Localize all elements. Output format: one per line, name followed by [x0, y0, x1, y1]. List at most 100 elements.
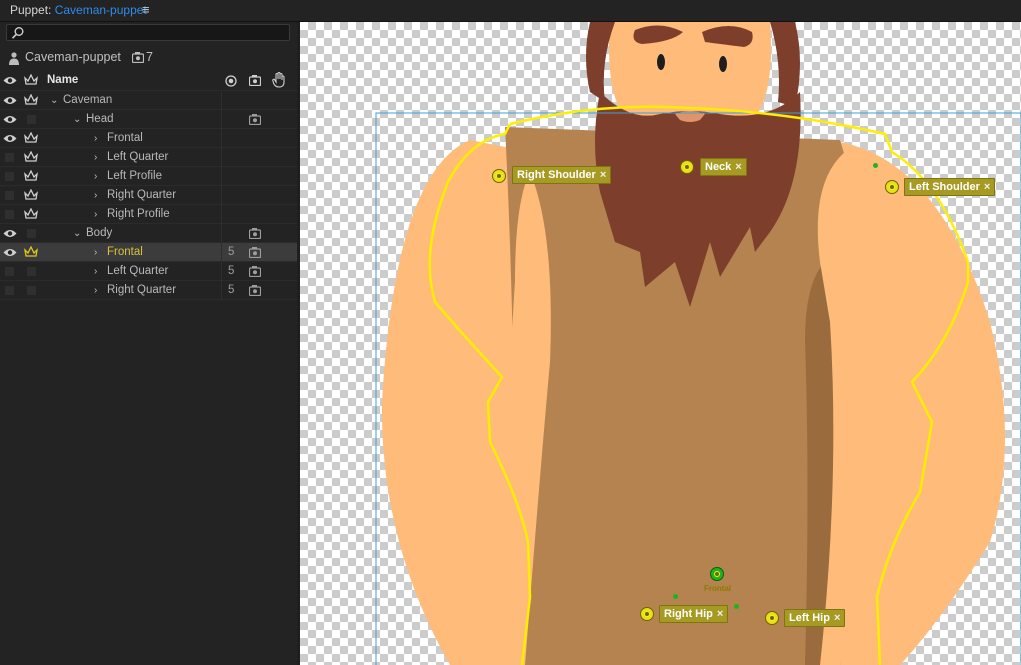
eye-icon[interactable]: [3, 95, 17, 106]
layer-row[interactable]: › Right Quarter 5: [0, 281, 297, 300]
handle-dot[interactable]: [873, 163, 878, 168]
crown-icon[interactable]: [24, 151, 38, 163]
layer-row[interactable]: › Frontal 5: [0, 243, 297, 262]
column-divider: [221, 129, 222, 147]
chevron-down-icon[interactable]: ⌄: [73, 110, 81, 129]
column-name-header[interactable]: Name: [47, 70, 78, 91]
search-input[interactable]: [6, 24, 290, 41]
camera-icon[interactable]: [249, 285, 261, 296]
camera-icon[interactable]: [249, 228, 261, 239]
frontal-origin-pin[interactable]: [710, 567, 724, 581]
column-divider: [221, 110, 222, 128]
neck-tag[interactable]: Neck ×: [700, 158, 747, 176]
crown-icon[interactable]: [24, 132, 38, 144]
record-icon[interactable]: [225, 75, 237, 87]
eye-icon[interactable]: [3, 75, 17, 86]
solo-toggle[interactable]: [27, 115, 36, 124]
neck-pin[interactable]: [680, 160, 694, 174]
puppet-info-row: Caveman-puppet 7: [0, 47, 297, 69]
layer-name: Right Profile: [107, 208, 170, 220]
hand-icon[interactable]: [272, 72, 285, 88]
remove-left-shoulder-icon[interactable]: ×: [984, 181, 990, 193]
layer-camera-count: 5: [228, 265, 235, 277]
layer-row[interactable]: › Right Profile: [0, 205, 297, 224]
layer-row[interactable]: › Left Profile: [0, 167, 297, 186]
chevron-right-icon[interactable]: ›: [94, 262, 97, 281]
solo-toggle[interactable]: [27, 267, 36, 276]
layer-row[interactable]: ⌄ Caveman: [0, 91, 297, 110]
solo-toggle[interactable]: [27, 286, 36, 295]
eye-icon[interactable]: [3, 133, 17, 144]
crown-icon[interactable]: [24, 74, 38, 86]
layer-row[interactable]: › Frontal: [0, 129, 297, 148]
eye-icon[interactable]: [3, 247, 17, 258]
right-hip-tag[interactable]: Right Hip ×: [659, 605, 729, 623]
visibility-toggle[interactable]: [5, 191, 14, 200]
right-hip-pin[interactable]: [640, 607, 654, 621]
column-divider: [221, 186, 222, 204]
remove-right-hip-icon[interactable]: ×: [717, 608, 723, 620]
layer-row[interactable]: › Right Quarter: [0, 186, 297, 205]
chevron-right-icon[interactable]: ›: [94, 243, 97, 262]
camera-icon[interactable]: [249, 266, 261, 277]
eye-icon[interactable]: [3, 114, 17, 125]
remove-right-shoulder-icon[interactable]: ×: [600, 169, 606, 181]
left-hip-tag[interactable]: Left Hip ×: [784, 609, 846, 627]
right-shoulder-tag[interactable]: Right Shoulder ×: [512, 166, 612, 184]
left-shoulder-pin[interactable]: [885, 180, 899, 194]
layer-row[interactable]: ⌄ Body: [0, 224, 297, 243]
chevron-right-icon[interactable]: ›: [94, 167, 97, 186]
layer-name: Right Quarter: [107, 189, 177, 201]
layer-name: Caveman: [63, 94, 113, 106]
column-divider: [221, 148, 222, 166]
visibility-toggle[interactable]: [5, 286, 14, 295]
chevron-right-icon[interactable]: ›: [94, 205, 97, 224]
puppet-panel: Caveman-puppet 7 Name ⌄ Caveman ⌄ Head › Fron…: [0, 22, 297, 665]
visibility-toggle[interactable]: [5, 172, 14, 181]
crown-icon[interactable]: [24, 189, 38, 201]
layer-name: Body: [86, 227, 113, 239]
left-shoulder-tag[interactable]: Left Shoulder ×: [904, 178, 996, 196]
column-divider: [221, 281, 222, 299]
remove-neck-icon[interactable]: ×: [735, 161, 741, 173]
puppet-canvas[interactable]: Right Shoulder × Neck × Left Shoulder × Fro…: [300, 22, 1021, 665]
visibility-toggle[interactable]: [5, 210, 14, 219]
chevron-down-icon[interactable]: ⌄: [50, 91, 58, 110]
frontal-origin-label: Frontal: [704, 584, 732, 593]
handle-dot[interactable]: [734, 604, 739, 609]
panel-title: Puppet: Caveman-puppet: [10, 3, 147, 17]
layer-row[interactable]: ⌄ Head: [0, 110, 297, 129]
panel-title-bar: Puppet: Caveman-puppet ≡: [0, 0, 1021, 22]
panel-menu-icon[interactable]: ≡: [142, 0, 150, 20]
crown-icon[interactable]: [24, 246, 38, 258]
solo-toggle[interactable]: [27, 229, 36, 238]
camera-icon[interactable]: [249, 114, 261, 125]
visibility-toggle[interactable]: [5, 153, 14, 162]
crown-icon[interactable]: [24, 94, 38, 106]
person-icon: [9, 52, 19, 65]
column-divider: [221, 205, 222, 223]
right-shoulder-pin[interactable]: [492, 169, 506, 183]
remove-left-hip-icon[interactable]: ×: [834, 612, 840, 624]
crown-icon[interactable]: [24, 170, 38, 182]
camera-icon[interactable]: [249, 247, 261, 258]
camera-icon[interactable]: [249, 75, 261, 86]
handle-dot[interactable]: [673, 594, 678, 599]
left-hip-pin[interactable]: [765, 611, 779, 625]
search-icon: [11, 27, 24, 39]
document-name[interactable]: Caveman-puppet: [55, 3, 147, 17]
chevron-right-icon[interactable]: ›: [94, 148, 97, 167]
eye-icon[interactable]: [3, 228, 17, 239]
layer-camera-count: 5: [228, 284, 235, 296]
chevron-down-icon[interactable]: ⌄: [73, 224, 81, 243]
layer-name: Left Profile: [107, 170, 162, 182]
puppet-name: Caveman-puppet: [25, 50, 121, 64]
visibility-toggle[interactable]: [5, 267, 14, 276]
chevron-right-icon[interactable]: ›: [94, 186, 97, 205]
layer-row[interactable]: › Left Quarter 5: [0, 262, 297, 281]
column-divider: [221, 167, 222, 185]
layer-row[interactable]: › Left Quarter: [0, 148, 297, 167]
chevron-right-icon[interactable]: ›: [94, 129, 97, 148]
chevron-right-icon[interactable]: ›: [94, 281, 97, 300]
crown-icon[interactable]: [24, 208, 38, 220]
